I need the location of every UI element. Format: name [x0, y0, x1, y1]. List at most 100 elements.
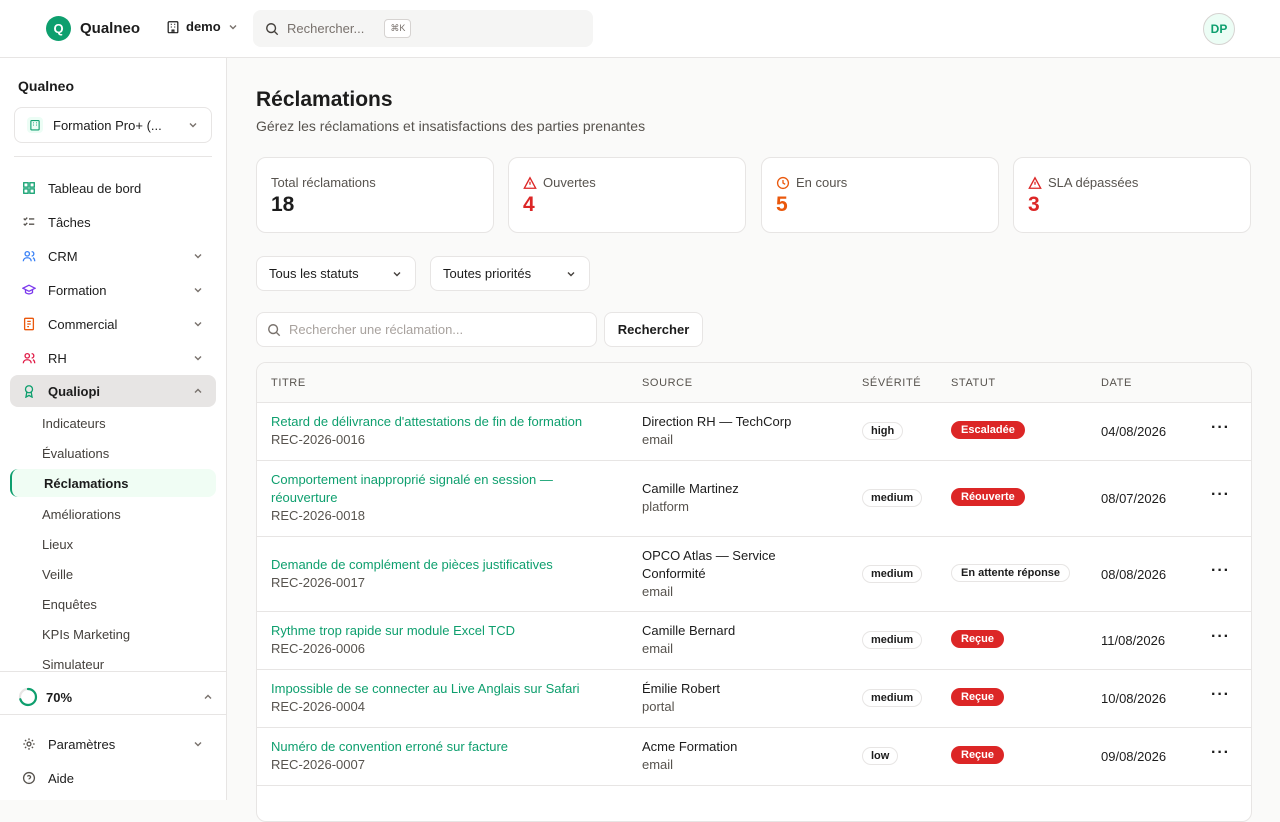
table-row[interactable]: Rythme trop rapide sur module Excel TCD … [257, 612, 1251, 670]
nav-formation[interactable]: Formation [10, 274, 216, 306]
stat-sla-label: SLA dépassées [1048, 175, 1139, 190]
complaint-title-link[interactable]: Retard de délivrance d'attestations de f… [271, 413, 582, 431]
chevron-down-icon [567, 271, 575, 276]
complaint-title-link[interactable]: Comportement inapproprié signalé en sess… [271, 471, 553, 489]
main-content: Réclamations Gérez les réclamations et i… [228, 58, 1280, 822]
nav-settings-label: Paramètres [48, 736, 116, 752]
chevron-down-icon [229, 24, 237, 29]
more-horizontal-icon[interactable]: ··· [1211, 744, 1230, 762]
more-horizontal-icon[interactable]: ··· [1211, 562, 1230, 580]
source-channel: portal [642, 699, 675, 714]
chevron-down-icon [189, 123, 197, 128]
nav-tasks[interactable]: Tâches [10, 206, 216, 238]
sub-item-enquetes[interactable]: Enquêtes [42, 597, 97, 612]
sub-item-ameliorations[interactable]: Améliorations [42, 507, 121, 522]
complaint-ref: REC-2026-0016 [271, 432, 365, 447]
complaint-date: 09/08/2026 [1101, 749, 1167, 764]
nav-settings[interactable]: Paramètres [10, 728, 216, 760]
nav-commercial[interactable]: Commercial [10, 308, 216, 340]
complaint-title-link[interactable]: Demande de complément de pièces justific… [271, 556, 553, 574]
nav-qualiopi[interactable]: Qualiopi [10, 375, 216, 407]
complaint-title-link-continued[interactable]: réouverture [271, 489, 553, 507]
severity-badge: medium [862, 689, 923, 707]
users-icon [22, 352, 36, 364]
severity-badge: low [862, 747, 899, 765]
sub-item-veille[interactable]: Veille [42, 567, 73, 582]
status-filter-value: Tous les statuts [269, 266, 359, 281]
status-badge: Reçue [951, 746, 1005, 764]
table-row[interactable]: Impossible de se connecter au Live Angla… [257, 670, 1251, 728]
page-subtitle: Gérez les réclamations et insatisfaction… [256, 118, 646, 134]
workspace-switcher[interactable]: demo [166, 19, 239, 34]
alert-triangle-icon [1028, 175, 1042, 189]
stat-total-label: Total réclamations [271, 175, 376, 190]
chevron-down-icon [194, 356, 202, 361]
complaint-date: 04/08/2026 [1101, 424, 1167, 439]
more-horizontal-icon[interactable]: ··· [1211, 419, 1230, 437]
table-row[interactable]: Demande de complément de pièces justific… [257, 537, 1251, 612]
sub-item-evaluations[interactable]: Évaluations [42, 446, 109, 461]
search-button[interactable]: Rechercher [604, 312, 703, 347]
severity-badge: medium [862, 489, 923, 507]
nav-rh[interactable]: RH [10, 342, 216, 374]
source-name: Camille Martinez [642, 481, 739, 496]
qualiopi-progress[interactable]: 70% [18, 686, 214, 708]
sub-item-reclamations-label: Réclamations [44, 476, 129, 491]
nav-crm[interactable]: CRM [10, 240, 216, 272]
complaint-ref: REC-2026-0006 [271, 641, 365, 656]
nav-help[interactable]: Aide [10, 762, 216, 794]
organization-select[interactable]: Formation Pro+ (... [14, 107, 212, 143]
source-name: Camille Bernard [642, 623, 736, 638]
stat-card-sla: SLA dépassées 3 [1013, 157, 1251, 233]
table-row[interactable]: Comportement inapproprié signalé en sess… [257, 461, 1251, 537]
sub-item-simulateur[interactable]: Simulateur [42, 657, 104, 672]
more-horizontal-icon[interactable]: ··· [1211, 686, 1230, 704]
more-horizontal-icon[interactable]: ··· [1211, 486, 1230, 504]
table-row[interactable]: Retard de délivrance d'attestations de f… [257, 403, 1251, 461]
nav-help-label: Aide [48, 770, 75, 786]
stat-card-open: Ouvertes 4 [508, 157, 746, 233]
status-badge: Reçue [951, 630, 1005, 648]
app-logo[interactable]: Q [46, 16, 71, 41]
chevron-up-icon [204, 694, 212, 699]
sub-item-lieux[interactable]: Lieux [42, 537, 73, 552]
user-avatar[interactable]: DP [1203, 13, 1235, 45]
status-filter-select[interactable]: Tous les statuts [256, 256, 416, 291]
award-icon [24, 385, 34, 398]
nav-formation-label: Formation [48, 282, 107, 298]
column-header-source[interactable]: SOURCE [642, 377, 693, 389]
column-header-date[interactable]: DATE [1101, 377, 1132, 389]
chevron-down-icon [194, 254, 202, 259]
column-header-title[interactable]: TITRE [271, 377, 306, 389]
stat-card-total: Total réclamations 18 [256, 157, 494, 233]
priority-filter-select[interactable]: Toutes priorités [430, 256, 590, 291]
stat-sla-value: 3 [1028, 193, 1040, 216]
search-icon [266, 22, 279, 35]
severity-badge: medium [862, 565, 923, 583]
column-header-severity[interactable]: SÉVÉRITÉ [862, 377, 921, 389]
complaint-search-input[interactable] [289, 322, 579, 337]
global-search[interactable]: Rechercher... ⌘K [253, 10, 593, 47]
complaint-title-link[interactable]: Impossible de se connecter au Live Angla… [271, 680, 580, 698]
status-badge: Réouverte [951, 488, 1025, 506]
sub-item-kpis-marketing[interactable]: KPIs Marketing [42, 627, 130, 642]
complaints-table: TITRE SOURCE SÉVÉRITÉ STATUT DATE Retard… [256, 362, 1252, 822]
source-name: OPCO Atlas — Service [642, 548, 776, 563]
sidebar-title: Qualneo [18, 78, 75, 94]
sub-item-indicateurs[interactable]: Indicateurs [42, 416, 106, 431]
complaint-ref: REC-2026-0018 [271, 508, 365, 523]
app-name[interactable]: Qualneo [80, 20, 140, 37]
status-badge: Reçue [951, 688, 1005, 706]
complaint-title-link[interactable]: Rythme trop rapide sur module Excel TCD [271, 622, 515, 640]
table-row[interactable]: Numéro de convention erroné sur facture … [257, 728, 1251, 786]
more-horizontal-icon[interactable]: ··· [1211, 628, 1230, 646]
stat-card-in-progress: En cours 5 [761, 157, 999, 233]
source-name: Acme Formation [642, 739, 738, 754]
column-header-status[interactable]: STATUT [951, 377, 996, 389]
nav-dashboard[interactable]: Tableau de bord [10, 172, 216, 204]
complaint-search[interactable] [256, 312, 597, 347]
global-search-placeholder: Rechercher... [287, 21, 365, 36]
source-name-continued: Conformité [642, 566, 706, 581]
complaint-title-link[interactable]: Numéro de convention erroné sur facture [271, 738, 508, 756]
users-icon [22, 250, 36, 262]
